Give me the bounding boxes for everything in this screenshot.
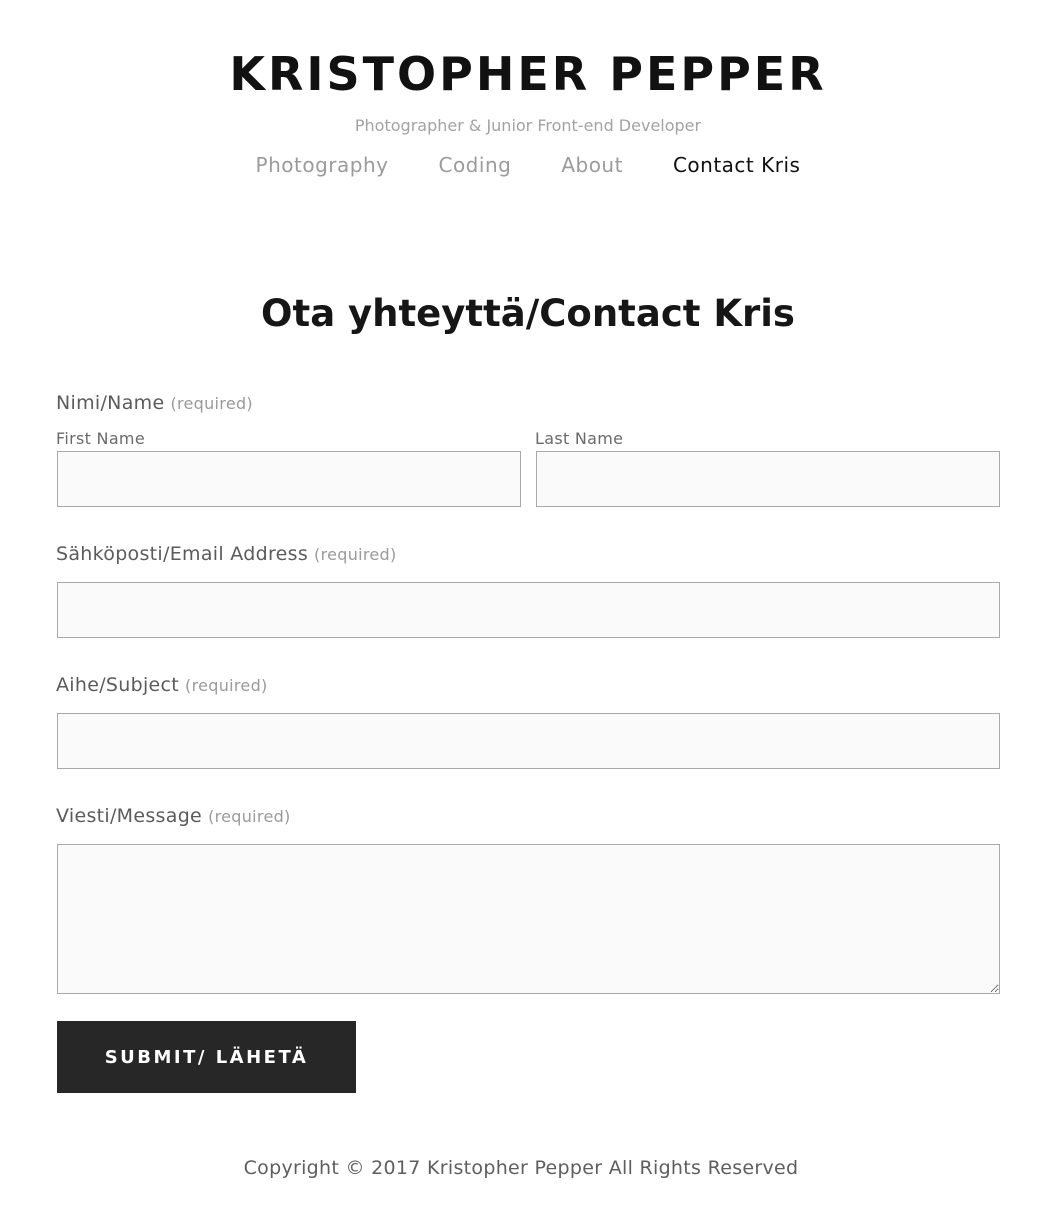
page-title: Ota yhteyttä/Contact Kris <box>261 292 795 335</box>
message-textarea[interactable] <box>57 844 1000 994</box>
first-name-input[interactable] <box>57 451 521 507</box>
main-nav: Photography Coding About Contact Kris <box>0 150 1046 180</box>
first-name-label: First Name <box>56 429 145 448</box>
message-label-text: Viesti/Message <box>56 805 203 827</box>
nav-item-contact-kris[interactable]: Contact Kris <box>673 150 800 180</box>
subject-input[interactable] <box>57 713 1000 769</box>
subject-label-text: Aihe/Subject <box>56 674 180 696</box>
nav-item-photography[interactable]: Photography <box>256 150 389 180</box>
nav-item-coding[interactable]: Coding <box>438 150 511 180</box>
last-name-input[interactable] <box>536 451 1000 507</box>
email-required-note: (required) <box>314 545 397 564</box>
email-input[interactable] <box>57 582 1000 638</box>
nav-item-about[interactable]: About <box>561 150 623 180</box>
site-title[interactable]: KRISTOPHER PEPPER <box>0 42 1046 106</box>
site-tagline: Photographer & Junior Front-end Develope… <box>354 116 702 135</box>
subject-required-note: (required) <box>185 676 268 695</box>
subject-label: Aihe/Subject (required) <box>56 672 268 699</box>
email-label-text: Sähköposti/Email Address <box>56 543 309 565</box>
last-name-label: Last Name <box>535 429 624 448</box>
message-required-note: (required) <box>208 807 291 826</box>
message-label: Viesti/Message (required) <box>56 803 291 830</box>
name-label: Nimi/Name (required) <box>56 390 253 417</box>
name-label-text: Nimi/Name <box>56 392 165 414</box>
submit-button[interactable]: SUBMIT/ LÄHETÄ <box>57 1021 356 1093</box>
footer-copyright: Copyright © 2017 Kristopher Pepper All R… <box>243 1157 799 1179</box>
email-label: Sähköposti/Email Address (required) <box>56 541 397 568</box>
name-required-note: (required) <box>170 394 253 413</box>
